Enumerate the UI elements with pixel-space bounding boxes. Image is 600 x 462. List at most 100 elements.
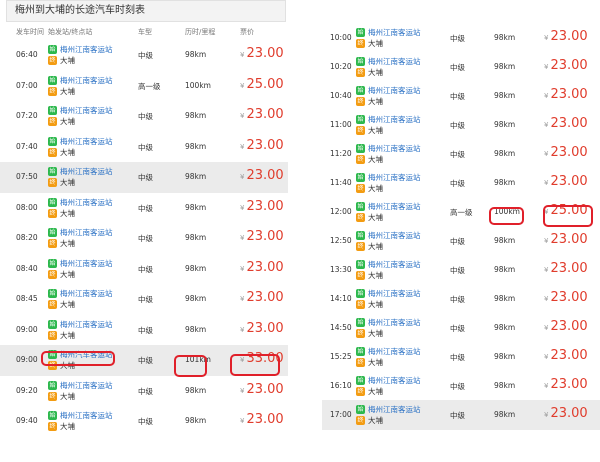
station-pair: 始梅州江南客运站终大埔 — [48, 319, 113, 341]
departure-station[interactable]: 始梅州江南客运站 — [356, 317, 421, 328]
table-row[interactable]: 13:30 始梅州江南客运站终大埔 中级 98km ¥23.00 — [322, 255, 600, 284]
highlight-price-right — [543, 205, 593, 227]
arrival-station-name: 大埔 — [60, 269, 75, 279]
distance: 98km — [494, 149, 516, 158]
departure-station-name: 梅州江南客运站 — [368, 173, 421, 182]
currency-symbol: ¥ — [240, 51, 245, 59]
table-row[interactable]: 11:20 始梅州江南客运站终大埔 中级 98km ¥23.00 — [322, 139, 600, 168]
departure-station[interactable]: 始梅州江南客运站 — [356, 85, 421, 96]
departure-badge-icon: 始 — [48, 289, 57, 298]
departure-station[interactable]: 始梅州江南客运站 — [48, 380, 113, 391]
departure-station[interactable]: 始梅州江南客运站 — [48, 227, 113, 238]
distance: 98km — [494, 178, 516, 187]
departure-station[interactable]: 始梅州江南客运站 — [48, 44, 113, 55]
departure-station[interactable]: 始梅州江南客运站 — [48, 319, 113, 330]
table-header: 发车时间 始发站/终点站 车型 历时/里程 票价 — [0, 22, 288, 40]
departure-station[interactable]: 始梅州江南客运站 — [356, 27, 421, 38]
table-row[interactable]: 11:00 始梅州江南客运站终大埔 中级 98km ¥23.00 — [322, 110, 600, 139]
departure-station-name: 梅州江南客运站 — [368, 202, 421, 211]
departure-station[interactable]: 始梅州江南客运站 — [48, 258, 113, 269]
departure-station[interactable]: 始梅州江南客运站 — [48, 136, 113, 147]
bus-class: 中级 — [138, 142, 153, 152]
table-row[interactable]: 15:25 始梅州江南客运站终大埔 中级 98km ¥23.00 — [322, 342, 600, 371]
table-row[interactable]: 06:40 始梅州江南客运站终大埔 中级 98km ¥23.00 — [0, 40, 288, 71]
departure-badge-icon: 始 — [48, 319, 57, 329]
station-pair: 始梅州江南客运站终大埔 — [356, 346, 421, 368]
table-row[interactable]: 11:40 始梅州江南客运站终大埔 中级 98km ¥23.00 — [322, 168, 600, 197]
table-row[interactable]: 09:40 始梅州江南客运站终大埔 中级 98km ¥23.00 — [0, 406, 288, 436]
table-row[interactable]: 08:40 始梅州江南客运站终大埔 中级 98km ¥23.00 — [0, 254, 288, 285]
bus-class: 中级 — [138, 51, 153, 60]
distance: 98km — [494, 352, 516, 361]
table-row[interactable]: 07:00 始梅州江南客运站终大埔 高一级 100km ¥25.00 — [0, 71, 288, 102]
departure-time: 12:50 — [330, 236, 352, 245]
departure-station[interactable]: 始梅州江南客运站 — [356, 172, 421, 183]
table-row[interactable]: 10:00 始梅州江南客运站终大埔 中级 98km ¥23.00 — [322, 23, 600, 52]
arrival-station-name: 大埔 — [368, 242, 383, 251]
departure-time: 14:50 — [330, 323, 352, 332]
departure-station[interactable]: 始梅州江南客运站 — [356, 56, 421, 67]
table-row[interactable]: 08:45 始梅州江南客运站终大埔 中级 98km ¥23.00 — [0, 284, 288, 315]
departure-station[interactable]: 始梅州江南客运站 — [48, 197, 113, 208]
departure-badge-icon: 始 — [356, 57, 365, 66]
departure-station[interactable]: 始梅州江南客运站 — [356, 346, 421, 357]
table-row[interactable]: 17:00 始梅州江南客运站终大埔 中级 98km ¥23.00 — [322, 400, 600, 430]
arrival-station-name: 大埔 — [60, 391, 75, 401]
distance: 98km — [494, 236, 516, 245]
departure-time: 09:20 — [16, 385, 38, 395]
ticket-price: ¥23.00 — [544, 319, 588, 334]
ticket-price: ¥23.00 — [544, 145, 588, 160]
table-row[interactable]: 07:40 始梅州江南客运站终大埔 中级 98km ¥23.00 — [0, 132, 288, 163]
bus-class: 中级 — [450, 411, 465, 420]
table-row[interactable]: 09:20 始梅州江南客运站终大埔 中级 98km ¥23.00 — [0, 376, 288, 407]
departure-station[interactable]: 始梅州江南客运站 — [356, 143, 421, 154]
ticket-price: ¥23.00 — [240, 321, 284, 336]
price-value: 23.00 — [550, 261, 588, 276]
departure-time: 11:00 — [330, 120, 352, 129]
departure-station-name: 梅州江南客运站 — [368, 289, 421, 298]
table-row[interactable]: 07:20 始梅州江南客运站终大埔 中级 98km ¥23.00 — [0, 101, 288, 132]
ticket-price: ¥23.00 — [240, 260, 284, 275]
price-value: 23.00 — [246, 107, 284, 122]
table-row[interactable]: 14:50 始梅州江南客运站终大埔 中级 98km ¥23.00 — [322, 313, 600, 342]
table-row[interactable]: 10:20 始梅州江南客运站终大埔 中级 98km ¥23.00 — [322, 52, 600, 81]
departure-station[interactable]: 始梅州江南客运站 — [356, 201, 421, 212]
table-row[interactable]: 07:50 始梅州江南客运站终大埔 中级 98km ¥23.00 — [0, 162, 288, 193]
departure-station[interactable]: 始梅州江南客运站 — [356, 230, 421, 241]
departure-station[interactable]: 始梅州江南客运站 — [48, 166, 113, 177]
departure-time: 08:45 — [16, 294, 38, 303]
departure-station-name: 梅州江南客运站 — [60, 45, 113, 54]
departure-station[interactable]: 始梅州江南客运站 — [356, 114, 421, 125]
distance: 100km — [185, 80, 211, 90]
ticket-price: ¥23.00 — [240, 138, 284, 153]
station-pair: 始梅州江南客运站终大埔 — [356, 27, 421, 49]
departure-station[interactable]: 始梅州江南客运站 — [48, 75, 113, 86]
departure-time: 09:00 — [16, 355, 38, 364]
departure-station-name: 梅州江南客运站 — [60, 197, 113, 207]
table-row[interactable]: 08:20 始梅州江南客运站终大埔 中级 98km ¥23.00 — [0, 223, 288, 254]
departure-station[interactable]: 始梅州江南客运站 — [48, 105, 113, 116]
departure-station[interactable]: 始梅州江南客运站 — [356, 288, 421, 299]
departure-station-name: 梅州江南客运站 — [60, 258, 113, 268]
table-row[interactable]: 12:50 始梅州江南客运站终大埔 中级 98km ¥23.00 — [322, 226, 600, 255]
table-row[interactable]: 16:10 始梅州江南客运站终大埔 中级 98km ¥23.00 — [322, 371, 600, 400]
departure-station[interactable]: 始梅州江南客运站 — [356, 404, 421, 415]
arrival-station: 终大埔 — [356, 386, 421, 397]
table-row[interactable]: 10:40 始梅州江南客运站终大埔 中级 98km ¥23.00 — [322, 81, 600, 110]
arrival-station-name: 大埔 — [60, 147, 75, 157]
departure-station[interactable]: 始梅州江南客运站 — [48, 288, 113, 299]
departure-station-name: 梅州江南客运站 — [60, 136, 113, 146]
table-row[interactable]: 08:00 始梅州江南客运站终大埔 中级 98km ¥23.00 — [0, 193, 288, 224]
left-table-body: 06:40 始梅州江南客运站终大埔 中级 98km ¥23.00 07:00 始梅州江南客运… — [0, 40, 288, 436]
price-value: 23.00 — [246, 168, 284, 183]
departure-station[interactable]: 始梅州江南客运站 — [356, 259, 421, 270]
departure-station[interactable]: 始梅州江南客运站 — [356, 375, 421, 386]
highlight-distance-right — [489, 207, 524, 225]
station-pair: 始梅州江南客运站终大埔 — [356, 201, 421, 223]
header-class: 车型 — [138, 28, 152, 36]
departure-time: 16:10 — [330, 381, 352, 390]
table-row[interactable]: 09:00 始梅州江南客运站终大埔 中级 98km ¥23.00 — [0, 315, 288, 346]
table-row[interactable]: 14:10 始梅州江南客运站终大埔 中级 98km ¥23.00 — [322, 284, 600, 313]
arrival-badge-icon: 终 — [48, 56, 57, 65]
departure-station[interactable]: 始梅州江南客运站 — [48, 410, 113, 421]
